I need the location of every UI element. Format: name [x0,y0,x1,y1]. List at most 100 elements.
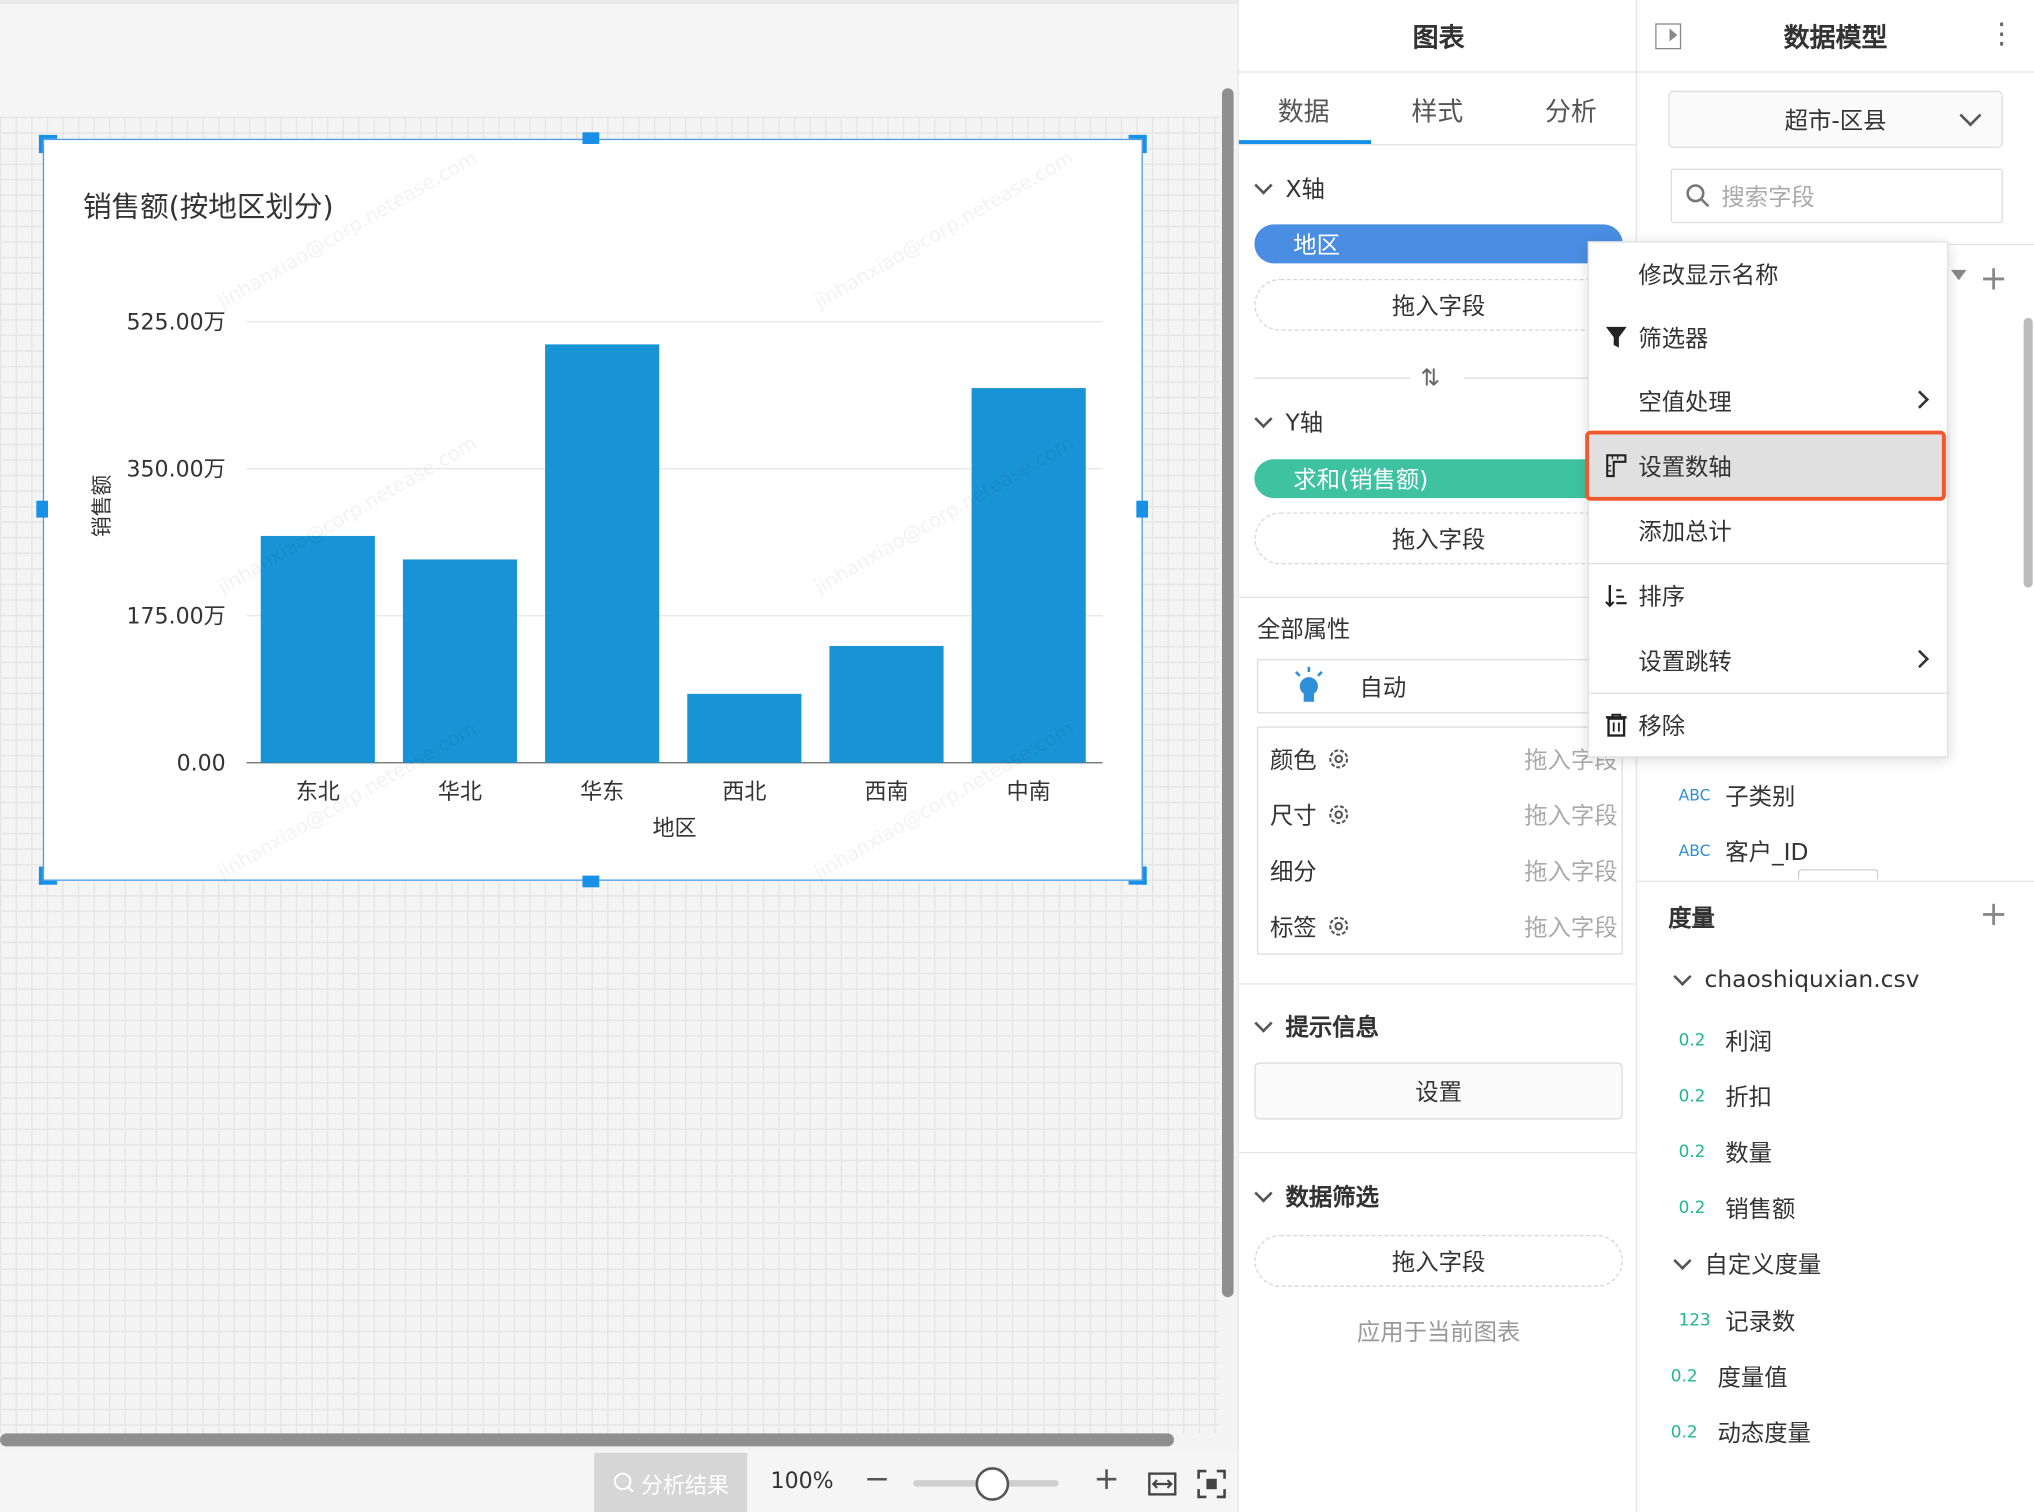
caret-down-icon[interactable] [1950,269,1967,281]
chevron-down-icon [1254,175,1273,195]
field-context-menu: 修改显示名称 筛选器 空值处理 设置数轴 添加总计 排序 设置跳转 移除 [1585,241,1950,758]
measure-field[interactable]: 0.2 动态度量 [1671,1415,1811,1449]
search-placeholder: 搜索字段 [1721,184,1815,212]
number-type-icon: 0.2 [1670,1422,1698,1442]
menu-item-label: 修改显示名称 [1638,262,1779,290]
divider [1637,880,2034,883]
divider [1238,596,1639,599]
measure-field[interactable]: 0.2 利润 [1679,1023,1772,1057]
menu-item-filter[interactable]: 筛选器 [1589,306,1950,368]
measure-folder[interactable]: chaoshiquxian.csv [1673,966,1919,994]
measure-field[interactable]: 0.2 度量值 [1671,1359,1788,1393]
dimension-field[interactable]: ABC 客户_ID [1679,834,1809,868]
field-list-scrollbar[interactable] [2023,317,2033,588]
collapse-panel-icon[interactable] [1655,23,1682,50]
dataset-select[interactable]: 超市-区县 [1668,90,2003,148]
x-tick-label: 东北 [296,780,340,805]
y-axis-field-pill[interactable]: 求和(销售额) [1254,459,1623,499]
menu-item-label: 空值处理 [1638,389,1732,417]
y-axis-section[interactable]: Y轴 [1254,405,1323,439]
string-type-icon: ABC [1678,841,1711,861]
divider [1238,983,1639,985]
field-search-input[interactable]: 搜索字段 [1670,168,2003,224]
resize-corner-bl[interactable] [38,866,58,885]
analysis-result-button[interactable]: 分析结果 [594,1452,748,1512]
attribute-row: 尺寸 [1270,798,1350,832]
y-axis-title: 销售额 [90,475,114,538]
tab-analysis[interactable]: 分析 [1545,91,1597,129]
field-name: 销售额 [1725,1196,1796,1224]
tooltip-settings-button[interactable]: 设置 [1254,1062,1623,1120]
chevron-right-icon [1910,649,1930,669]
x-axis-section[interactable]: X轴 [1254,171,1325,205]
sort-icon [1605,585,1627,608]
fullscreen-icon[interactable] [1196,1468,1227,1499]
analysis-result-label: 分析结果 [640,1472,730,1499]
y-axis-drop-zone[interactable]: 拖入字段 [1254,512,1623,565]
measure-field[interactable]: 0.2 销售额 [1679,1191,1796,1225]
attribute-drop-zone[interactable]: 拖入字段 [1524,798,1617,832]
resize-handle-bottom[interactable] [582,875,600,888]
menu-item-set-jump[interactable]: 设置跳转 [1589,629,1950,691]
menu-item-add-total[interactable]: 添加总计 [1589,499,1950,561]
gear-icon[interactable] [1327,803,1350,826]
zoom-in-button[interactable]: + [1094,1461,1120,1497]
resize-corner-tr[interactable] [1128,134,1147,154]
menu-item-rename[interactable]: 修改显示名称 [1589,243,1950,305]
mark-type-value: 自动 [1359,674,1407,702]
resize-handle-top[interactable] [582,132,600,144]
x-tick-label: 西北 [722,780,766,805]
bar-chart: 0.00 175.00万 350.00万 525.00万东北 华北 华东 西北 西南 中南地区 销… [90,310,1103,841]
menu-item-remove[interactable]: 移除 [1589,694,1950,756]
add-measure-icon[interactable]: + [1980,895,2008,934]
chart-widget[interactable]: 销售额(按地区划分) 0.00 175.00万 350.00万 525.00万 东北 华北… [42,138,1143,884]
swap-axes-icon[interactable]: ⇅ [1420,365,1440,392]
tooltip-section[interactable]: 提示信息 [1254,1009,1379,1043]
data-filter-section[interactable]: 数据筛选 [1254,1179,1379,1213]
number-type-icon: 0.2 [1678,1142,1706,1162]
menu-item-sort[interactable]: 排序 [1589,564,1950,626]
x-axis-field-pill[interactable]: 地区 [1254,224,1623,264]
attribute-label: 细分 [1269,858,1317,886]
x-axis-drop-zone[interactable]: 拖入字段 [1254,278,1623,331]
measure-field[interactable]: 0.2 折扣 [1679,1079,1772,1113]
chevron-down-icon [1254,1013,1273,1033]
zoom-slider-handle[interactable] [975,1467,1010,1501]
measure-folder[interactable]: 自定义度量 [1673,1247,1821,1281]
zoom-out-button[interactable]: − [864,1461,890,1497]
tab-style[interactable]: 样式 [1411,91,1463,129]
panel-resize-grip[interactable] [1797,869,1879,880]
resize-handle-left[interactable] [36,500,48,518]
resize-corner-br[interactable] [1128,866,1147,885]
measure-field[interactable]: 123 记录数 [1679,1304,1796,1338]
attribute-label: 标签 [1269,914,1317,942]
fit-width-icon[interactable] [1147,1468,1178,1499]
attribute-drop-zone[interactable]: 拖入字段 [1524,909,1617,943]
lightbulb-icon [1294,666,1323,702]
panel-tabs: 数据 样式 分析 [1238,73,1639,146]
field-name: 度量值 [1717,1364,1788,1392]
add-dimension-icon[interactable]: + [1980,259,2008,298]
gear-icon[interactable] [1327,915,1350,938]
gear-icon[interactable] [1327,747,1350,770]
more-icon[interactable]: ⋮ [1987,18,2016,50]
highlight-frame [1585,430,1946,501]
menu-item-null-handling[interactable]: 空值处理 [1589,370,1950,432]
canvas-vertical-scrollbar[interactable] [1221,88,1234,1298]
dimension-field[interactable]: ABC 子类别 [1679,778,1796,812]
tab-data[interactable]: 数据 [1278,91,1330,129]
resize-corner-tl[interactable] [38,134,58,154]
string-type-icon: ABC [1678,786,1711,805]
mark-type-select[interactable]: 自动 [1256,658,1623,714]
filter-drop-zone[interactable]: 拖入字段 [1254,1234,1623,1287]
menu-item-label: 添加总计 [1638,518,1732,547]
chevron-down-icon [1254,1183,1273,1202]
menu-item-label: 排序 [1638,583,1686,611]
search-icon [1686,184,1710,208]
resize-handle-right[interactable] [1136,500,1149,518]
field-name: 利润 [1725,1028,1772,1056]
chart-config-panel: 图表 数据 样式 分析 X轴 地区 拖入字段 ⇅ Y轴 求和(销售额) 拖入字段… [1237,0,1639,1512]
attribute-drop-zone[interactable]: 拖入字段 [1524,854,1617,888]
canvas-horizontal-scrollbar[interactable] [0,1433,1174,1447]
measure-field[interactable]: 0.2 数量 [1679,1135,1772,1169]
